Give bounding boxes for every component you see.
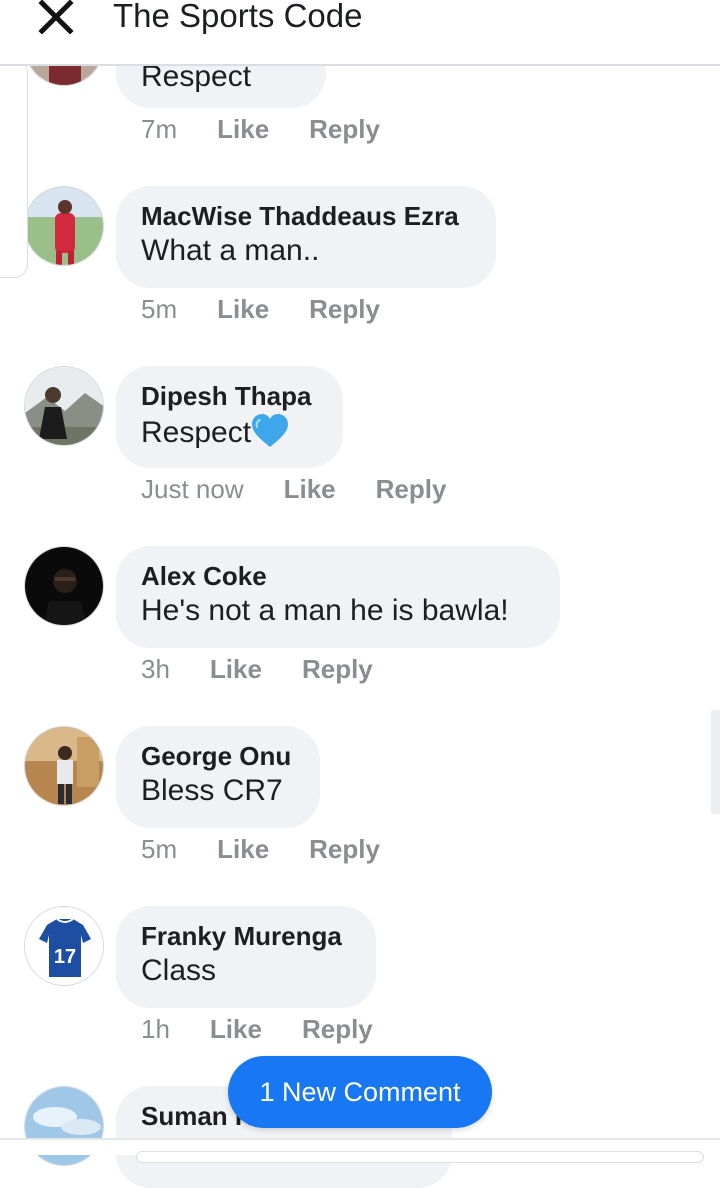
reply-button[interactable]: Reply — [302, 1012, 373, 1046]
like-button[interactable]: Like — [217, 832, 269, 866]
comment-text: Respect — [141, 411, 318, 450]
reply-button[interactable]: Reply — [309, 112, 380, 146]
scroll-indicator[interactable] — [711, 710, 720, 814]
comment-bubble[interactable]: George Onu Bless CR7 — [116, 726, 320, 828]
page-title: The Sports Code — [113, 0, 363, 34]
comment-time: 1h — [141, 1014, 170, 1044]
top-bar: The Sports Code — [0, 0, 720, 66]
comment-text-content: Respect — [141, 416, 252, 449]
comment-author[interactable]: MacWise Thaddeaus Ezra — [141, 186, 471, 231]
like-button[interactable]: Like — [284, 472, 336, 506]
comment-time: Just now — [141, 474, 244, 504]
comment-author[interactable]: Alex Coke — [141, 546, 535, 591]
blue-heart-icon — [252, 414, 289, 447]
comment-author[interactable]: Franky Murenga — [141, 906, 351, 951]
comment-input[interactable] — [136, 1151, 704, 1163]
background-card-edge — [0, 58, 28, 278]
comment-time: 7m — [141, 114, 178, 144]
comment-text: Class — [141, 954, 217, 987]
avatar[interactable] — [24, 186, 104, 266]
like-button[interactable]: Like — [210, 1012, 262, 1046]
comment-bubble[interactable]: Alex Coke He's not a man he is bawla! — [116, 546, 560, 648]
avatar[interactable] — [24, 366, 104, 446]
reply-button[interactable]: Reply — [302, 652, 373, 686]
reply-button[interactable]: Reply — [309, 832, 380, 866]
comment-author[interactable]: George Onu — [141, 726, 295, 771]
comment-actions: 7m Like Reply — [141, 112, 380, 146]
like-button[interactable]: Like — [217, 112, 269, 146]
comment-bubble[interactable]: Franky Murenga Class — [116, 906, 376, 1008]
new-comment-button[interactable]: 1 New Comment — [228, 1056, 492, 1128]
reply-button[interactable]: Reply — [309, 292, 380, 326]
comment-time: 5m — [141, 294, 178, 324]
avatar[interactable]: 17 — [24, 906, 104, 986]
comment-text: What a man.. — [141, 234, 320, 267]
comment-actions: 3h Like Reply — [141, 652, 373, 686]
comment-time: 5m — [141, 834, 178, 864]
comment-bubble[interactable]: MacWise Thaddeaus Ezra What a man.. — [116, 186, 496, 288]
avatar[interactable] — [24, 546, 104, 626]
comment-bubble[interactable]: Dipesh Thapa Respect — [116, 366, 343, 468]
comment-time: 3h — [141, 654, 170, 684]
comment-text: He's not a man he is bawla! — [141, 594, 509, 627]
like-button[interactable]: Like — [217, 292, 269, 326]
comment-actions: 1h Like Reply — [141, 1012, 373, 1046]
like-button[interactable]: Like — [210, 652, 262, 686]
comment-actions: 5m Like Reply — [141, 292, 380, 326]
close-button[interactable] — [36, 0, 76, 34]
reply-button[interactable]: Reply — [376, 472, 447, 506]
comment-text: Bless CR7 — [141, 774, 283, 807]
avatar[interactable] — [24, 726, 104, 806]
close-icon — [38, 0, 74, 34]
comment-author[interactable]: Dipesh Thapa — [141, 366, 318, 411]
comment-actions: Just now Like Reply — [141, 472, 446, 506]
comment-actions: 5m Like Reply — [141, 832, 380, 866]
jersey-number: 17 — [54, 946, 76, 968]
